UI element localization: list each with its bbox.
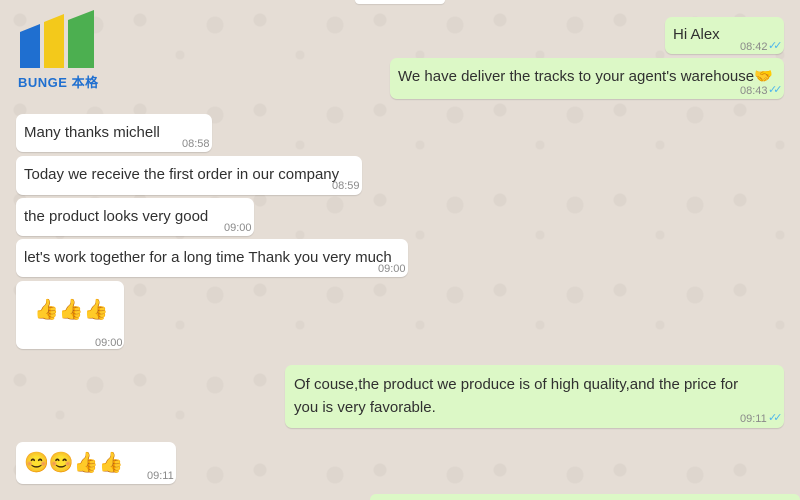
read-double-check-icon: ✓✓ (768, 412, 783, 424)
logo-bars-icon (20, 10, 94, 68)
thumbs-up-emoji-icon: 👍👍👍 (34, 299, 109, 321)
message-time: 08:59 (332, 180, 360, 192)
message-bubble-incoming[interactable]: 👍👍👍 09:00 (16, 281, 124, 349)
message-time: 09:00 (224, 222, 252, 234)
message-text: We have deliver the tracks to your agent… (398, 68, 755, 85)
message-time: 08:42 (740, 41, 768, 53)
message-bubble-outgoing[interactable]: Of couse,the product we produce is of hi… (285, 365, 784, 428)
logo-chinese: 本格 (71, 75, 99, 90)
message-text: Today we receive the first order in our … (24, 166, 340, 183)
message-bubble-incoming[interactable]: 😊😊👍👍 09:11 (16, 442, 176, 484)
message-time: 09:00 (95, 337, 123, 349)
message-text: Many thanks michell (24, 124, 160, 141)
read-double-check-icon: ✓✓ (768, 84, 783, 96)
logo-name: BUNGE (18, 75, 68, 90)
message-time: 08:43 (740, 85, 768, 97)
message-text: the product looks very good (24, 208, 209, 225)
previous-message-edge (355, 0, 445, 4)
read-double-check-icon: ✓✓ (768, 40, 783, 52)
message-text: Hi Alex (673, 26, 720, 43)
message-text-line: We have deliver the tracks to your agent… (398, 67, 773, 87)
message-time: 09:11 (147, 470, 174, 482)
message-bubble-incoming[interactable]: let's work together for a long time Than… (16, 239, 408, 277)
smile-thumbs-emoji-icon: 😊😊👍👍 (24, 452, 124, 474)
message-bubble-outgoing[interactable]: Hi Alex 08:42 ✓✓ (665, 17, 784, 54)
message-time: 08:58 (182, 138, 210, 150)
message-time: 09:11 (740, 413, 767, 425)
message-bubble-incoming[interactable]: Many thanks michell 08:58 (16, 114, 212, 152)
message-bubble-incoming[interactable]: the product looks very good 09:00 (16, 198, 254, 236)
message-bubble-incoming[interactable]: Today we receive the first order in our … (16, 156, 362, 195)
message-time: 09:00 (378, 263, 406, 275)
brand-logo: BUNGE 本格 (14, 10, 104, 90)
message-text: Of couse,the product we produce is of hi… (294, 376, 739, 416)
message-bubble-outgoing[interactable]: We have deliver the tracks to your agent… (390, 58, 784, 99)
logo-text: BUNGE 本格 (18, 72, 99, 91)
next-message-edge (370, 494, 800, 500)
message-text: let's work together for a long time Than… (24, 249, 392, 266)
